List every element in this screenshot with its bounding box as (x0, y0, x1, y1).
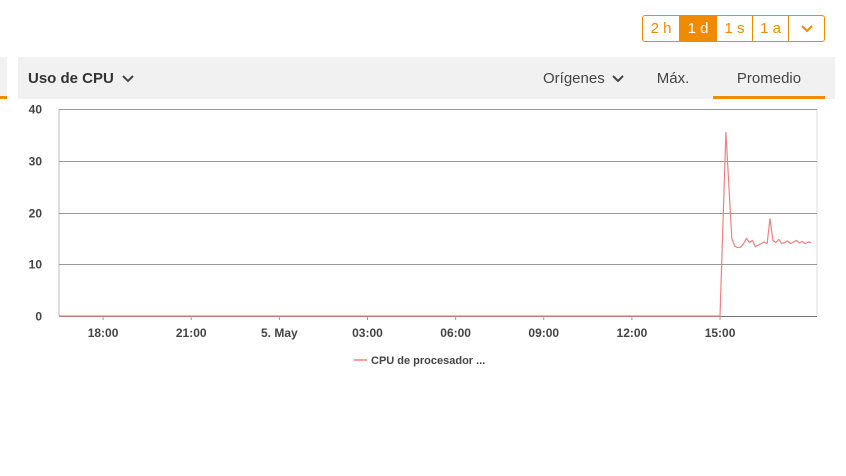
range-1y-button[interactable]: 1 a (753, 16, 789, 41)
range-1d-button[interactable]: 1 d (680, 16, 717, 41)
range-1w-button[interactable]: 1 s (717, 16, 753, 41)
y-tick-label: 30 (29, 155, 43, 169)
x-tick-label: 15:00 (705, 326, 736, 340)
range-2h-button[interactable]: 2 h (643, 16, 680, 41)
tab-average[interactable]: Promedio (713, 57, 825, 99)
y-tick-label: 40 (29, 103, 43, 117)
time-range-selector: 2 h 1 d 1 s 1 a (642, 15, 825, 42)
chevron-down-icon (800, 24, 813, 32)
x-tick-label: 5. May (261, 326, 298, 340)
y-tick-label: 10 (29, 258, 43, 272)
cpu-usage-chart: 0 10 20 30 40 18:00 21:00 5. May 03:00 06:00 09:0… (29, 103, 818, 367)
y-axis-ticks: 0 10 20 30 40 (29, 103, 43, 324)
chart-series (59, 131, 812, 317)
range-more-button[interactable] (789, 16, 824, 41)
legend-label: CPU de procesador ... (371, 355, 485, 367)
y-tick-label: 0 (35, 310, 42, 324)
chart-legend[interactable]: CPU de procesador ... (354, 355, 485, 367)
chevron-down-icon (611, 74, 624, 82)
y-tick-label: 20 (29, 207, 43, 221)
x-tick-label: 21:00 (176, 326, 207, 340)
previous-panel-edge (0, 57, 7, 99)
series-line-cpu (59, 131, 812, 317)
x-axis-ticks: 18:00 21:00 5. May 03:00 06:00 09:00 12:00 15:0… (88, 316, 736, 340)
tab-max[interactable]: Máx. (639, 57, 707, 99)
x-tick-label: 03:00 (352, 326, 383, 340)
x-tick-label: 06:00 (440, 326, 471, 340)
origins-label: Orígenes (543, 69, 605, 87)
x-tick-label: 09:00 (528, 326, 559, 340)
metric-title: Uso de CPU (28, 69, 114, 87)
x-tick-label: 12:00 (617, 326, 648, 340)
chart-header: Uso de CPU Orígenes Máx. Promedio (18, 57, 835, 99)
chevron-down-icon (122, 74, 134, 82)
chart-grid (58, 109, 818, 317)
x-tick-label: 18:00 (88, 326, 119, 340)
origins-dropdown[interactable]: Orígenes (543, 57, 624, 99)
metric-dropdown[interactable]: Uso de CPU (28, 57, 134, 99)
